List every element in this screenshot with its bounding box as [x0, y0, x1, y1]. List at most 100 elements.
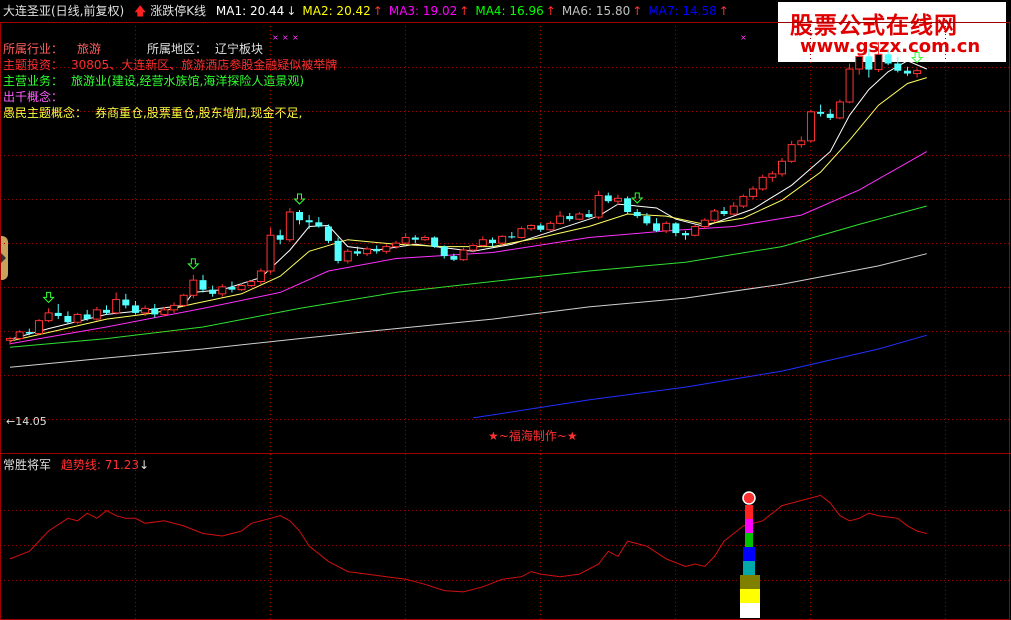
candle-body-up — [44, 312, 53, 322]
candle-body-up — [806, 111, 815, 142]
ma-line-ma2 — [9, 77, 927, 342]
candle-body-up — [845, 68, 854, 103]
chart-grid — [0, 22, 1011, 620]
candle-body-up — [469, 244, 478, 251]
candle-body-up — [613, 197, 622, 202]
signal-bar — [743, 561, 755, 575]
candle-body-up — [758, 176, 767, 190]
credit-label: ★~福海制作~★ — [488, 428, 578, 443]
candle-body-up — [498, 235, 507, 244]
candle-body-down — [411, 237, 419, 240]
candle-body-down — [103, 309, 110, 313]
candle-body-down — [296, 212, 303, 221]
candle-body-down — [305, 220, 313, 223]
candle-body-down — [199, 280, 207, 290]
candle-body-down — [884, 54, 892, 64]
candle-body-up — [92, 309, 101, 320]
trend-line — [9, 494, 927, 593]
signal-bar — [740, 575, 760, 589]
candle-body-up — [256, 270, 265, 282]
candle-body-up — [556, 215, 565, 224]
candle-body-down — [817, 111, 825, 114]
candle-body-up — [112, 299, 121, 314]
candle-body-up — [527, 224, 536, 230]
candle-body-down — [604, 195, 612, 202]
top-marker-icon: × — [740, 33, 747, 42]
candle-body-up — [247, 280, 256, 287]
candle-body-up — [392, 242, 400, 248]
candle-body-down — [228, 286, 236, 290]
candle-body-down — [122, 299, 130, 306]
candle-body-up — [691, 226, 700, 236]
candle-body-down — [151, 308, 159, 315]
candle-body-up — [874, 53, 883, 71]
candle-body-up — [778, 160, 786, 175]
candle-body-down — [440, 246, 448, 257]
signal-bar — [745, 533, 753, 547]
signal-down-arrow-icon — [631, 192, 644, 204]
candle-body-down — [537, 225, 545, 230]
candle-body-up — [160, 309, 169, 315]
candle-body-down — [643, 216, 651, 224]
signal-down-arrow-icon — [910, 51, 924, 64]
candle-body-down — [315, 222, 323, 227]
signal-bar — [743, 547, 755, 561]
candle-body-down — [25, 331, 33, 334]
candle-body-down — [624, 198, 632, 213]
signal-bar — [740, 589, 760, 603]
candle-body-down — [431, 237, 439, 247]
candle-body-up — [382, 246, 391, 252]
candle-body-up — [34, 320, 43, 335]
candle-body-up — [218, 286, 227, 295]
candle-body-up — [478, 239, 487, 246]
candle-body-up — [237, 285, 246, 291]
candle-body-up — [710, 210, 719, 221]
candle-body-up — [797, 140, 806, 146]
candle-body-down — [508, 236, 516, 238]
signal-down-arrow-icon — [187, 258, 200, 270]
candle-body-up — [141, 307, 150, 314]
ma-line-ma4 — [9, 205, 927, 348]
candle-body-down — [903, 70, 911, 74]
top-marker-icon: × — [282, 33, 289, 42]
candle-body-up — [179, 294, 188, 306]
candle-body-up — [855, 55, 864, 70]
candle-body-up — [343, 250, 352, 262]
signal-markers: × × × × — [42, 33, 924, 304]
candle-body-down — [324, 226, 332, 241]
candle-body-down — [209, 289, 217, 294]
top-marker-icon: × — [292, 33, 299, 42]
candle-body-up — [15, 331, 24, 340]
candle-body-up — [575, 213, 584, 220]
candle-body-up — [768, 173, 777, 178]
candle-body-down — [682, 233, 689, 236]
candle-body-down — [334, 240, 342, 261]
candle-body-up — [6, 338, 14, 341]
candle-body-down — [826, 113, 834, 118]
signal-down-arrow-icon — [42, 291, 55, 304]
candle-body-up — [739, 195, 748, 207]
candle-body-down — [83, 314, 91, 320]
candle-body-up — [420, 236, 429, 241]
candle-body-down — [54, 312, 62, 316]
candle-body-down — [131, 305, 139, 313]
price-low-label: ←14.05 — [6, 415, 47, 428]
candle-body-up — [170, 304, 179, 311]
candle-body-up — [546, 222, 555, 231]
candle-body-down — [894, 63, 902, 71]
candle-body-up — [662, 222, 671, 232]
candle-body-up — [363, 248, 372, 255]
candle-body-down — [353, 251, 361, 254]
candle-body-up — [459, 249, 468, 261]
candle-body-down — [450, 256, 458, 260]
kline-chart[interactable]: × × × × ←14.05 ★~福海制作~★ — [0, 0, 1011, 620]
candle-body-up — [835, 101, 844, 119]
candle-body-up — [189, 279, 198, 296]
candle-body-down — [585, 214, 593, 218]
candle-body-down — [566, 216, 574, 220]
candle-body-up — [517, 228, 526, 238]
candle-body-down — [373, 248, 381, 252]
candle-body-up — [285, 211, 294, 241]
top-marker-icon: × — [272, 33, 279, 42]
candle-body-up — [73, 313, 82, 323]
